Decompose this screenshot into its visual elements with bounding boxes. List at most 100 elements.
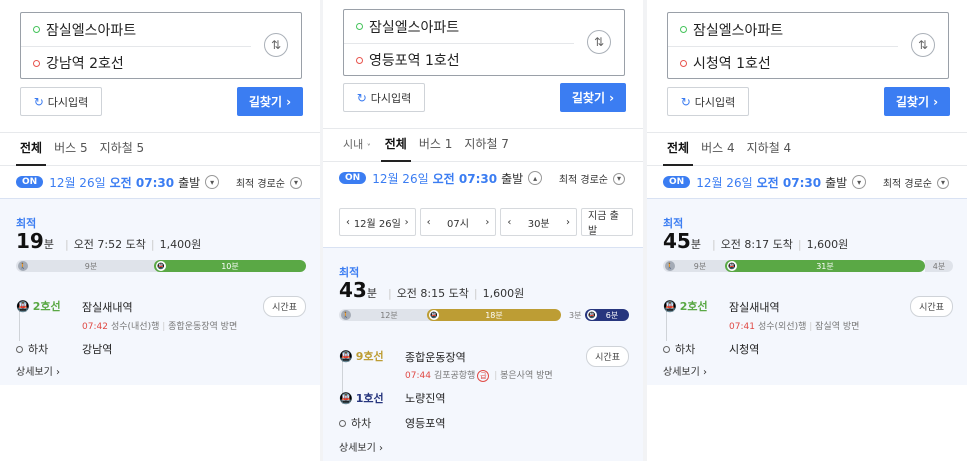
alight-label: 하차: [339, 415, 371, 431]
board-station: 종합운동장역: [405, 351, 466, 364]
depart-now-button[interactable]: 지금 출발: [581, 208, 634, 237]
route-summary: 43 분 | 오전 8:15 도착 | 1,600원: [339, 278, 525, 302]
chevron-left-icon[interactable]: ‹: [346, 217, 350, 228]
duration-unit: 분: [690, 238, 701, 251]
time-bar: 🚶 12분 🚇 18분 3분 🚇 6분: [339, 309, 629, 321]
destination-text: 강남역 2호선: [46, 56, 124, 72]
chevron-right-icon[interactable]: ›: [405, 217, 409, 228]
chevron-down-icon: ▾: [937, 176, 949, 189]
time-picker: ‹ 12월 26일 › ‹ 07시 › ‹ 30분 › 지금 출발: [339, 208, 634, 237]
destination-field[interactable]: 시청역 1호선: [668, 46, 898, 79]
sort-dropdown[interactable]: 최적 경로순 ▾: [883, 175, 949, 190]
walk-end-minutes: 4분: [932, 261, 946, 271]
line-badge: 🚇 2호선: [16, 298, 61, 314]
alight-station: 강남역: [82, 343, 113, 356]
search-route-button[interactable]: 길찾기 ›: [237, 87, 303, 116]
on-toggle[interactable]: ON: [663, 176, 691, 188]
mode-tabs: 시내 ˅ 전체 버스 1 지하철 7: [323, 128, 643, 162]
detail-link[interactable]: 상세보기 ›: [16, 363, 60, 378]
depart-date: 12월 26일: [49, 175, 106, 190]
alight-text: 하차: [675, 343, 696, 356]
line-label: 2호선: [679, 300, 708, 313]
detail-link[interactable]: 상세보기 ›: [339, 439, 383, 454]
region-label: 시내: [343, 138, 364, 151]
hour-stepper[interactable]: ‹ 07시 ›: [419, 208, 497, 236]
origin-field[interactable]: 잠실엘스아파트: [668, 13, 898, 46]
origin-field[interactable]: 잠실엘스아파트: [21, 13, 251, 46]
timetable-button[interactable]: 시간표: [263, 296, 306, 317]
timetable-button[interactable]: 시간표: [586, 346, 629, 367]
walk-minutes: 9분: [84, 261, 98, 271]
train-icon: 🚇: [339, 349, 353, 363]
line-badge-transfer: 🚇 1호선: [339, 390, 384, 406]
chevron-down-icon[interactable]: ▾: [852, 175, 867, 189]
reset-button[interactable]: ↻ 다시입력: [343, 83, 425, 112]
tab-subway[interactable]: 지하철 5: [100, 132, 145, 165]
alight-dot-icon: [663, 345, 670, 353]
destination-dot-icon: [33, 59, 40, 67]
tab-bus[interactable]: 버스 5: [54, 132, 88, 165]
sort-dropdown[interactable]: 최적 경로순 ▾: [236, 175, 302, 190]
reset-button[interactable]: ↻ 다시입력: [667, 87, 749, 116]
result-card[interactable]: 최적 43 분 | 오전 8:15 도착 | 1,600원 🚶 12분 🚇 18…: [323, 247, 643, 461]
route-panel-cityhall: 잠실엘스아파트 시청역 1호선 ⇅ ↻ 다시입력 길찾기 › 전체 버스 4 지…: [647, 0, 967, 461]
alight-label: 하차: [663, 341, 695, 357]
tab-bus[interactable]: 버스 4: [701, 132, 735, 165]
depart-suffix: 출발: [178, 175, 201, 190]
minute-stepper[interactable]: ‹ 30분 ›: [500, 208, 578, 236]
swap-icon[interactable]: ⇅: [587, 30, 611, 54]
result-card[interactable]: 최적 45 분 | 오전 8:17 도착 | 1,600원 🚶 9분 🚇 31분…: [647, 198, 967, 385]
destination-text: 영등포역 1호선: [369, 53, 460, 69]
tab-bus[interactable]: 버스 1: [419, 128, 453, 161]
on-toggle[interactable]: ON: [16, 176, 44, 188]
tab-all[interactable]: 전체: [380, 128, 411, 162]
date-value: 12월 26일: [353, 218, 401, 230]
chevron-down-icon[interactable]: ▾: [205, 175, 220, 189]
chevron-left-icon[interactable]: ‹: [507, 217, 511, 228]
arrival-time: 오전 8:15 도착: [396, 287, 469, 300]
tab-all[interactable]: 전체: [15, 132, 47, 166]
train-info: 07:42 성수(내선)행 | 종합운동장역 방면: [82, 322, 238, 332]
chevron-up-icon[interactable]: ▴: [528, 171, 543, 185]
transfer-walk-minutes: 3분: [569, 310, 582, 320]
tab-subway[interactable]: 지하철 4: [747, 132, 792, 165]
train-info: 07:44 김포공항행 급 | 봉은사역 방면: [405, 370, 553, 382]
destination-field[interactable]: 영등포역 1호선: [344, 43, 574, 76]
sort-dropdown[interactable]: 최적 경로순 ▾: [559, 171, 625, 186]
route-input-box: 잠실엘스아파트 영등포역 1호선 ⇅: [343, 9, 625, 76]
reset-button[interactable]: ↻ 다시입력: [20, 87, 102, 116]
chevron-right-icon[interactable]: ›: [566, 217, 570, 228]
train-info: 07:41 성수(외선)행 | 잠실역 방면: [729, 322, 860, 332]
train-icon: 🚇: [727, 261, 737, 271]
search-route-button[interactable]: 길찾기 ›: [560, 83, 626, 112]
line9-minutes: 18분: [485, 310, 503, 320]
depart-time: 오전 07:30: [109, 175, 175, 190]
tab-all[interactable]: 전체: [662, 132, 694, 166]
chevron-right-icon[interactable]: ›: [485, 217, 489, 228]
swap-icon[interactable]: ⇅: [264, 33, 288, 57]
route-summary: 19 분 | 오전 7:52 도착 | 1,400원: [16, 229, 202, 253]
swap-icon[interactable]: ⇅: [911, 33, 935, 57]
minute-value: 30분: [527, 218, 550, 230]
alight-text: 하차: [351, 417, 372, 430]
on-toggle[interactable]: ON: [339, 172, 367, 184]
search-route-button[interactable]: 길찾기 ›: [884, 87, 950, 116]
line-label: 9호선: [355, 350, 384, 363]
timetable-button[interactable]: 시간표: [910, 296, 953, 317]
route-summary: 45 분 | 오전 8:17 도착 | 1,600원: [663, 229, 849, 253]
chevron-down-icon: ˅: [366, 143, 371, 152]
region-dropdown[interactable]: 시내 ˅: [343, 128, 371, 161]
result-card[interactable]: 최적 19 분 | 오전 7:52 도착 | 1,400원 🚶 9분 🚇 10분…: [0, 198, 320, 385]
tab-subway[interactable]: 지하철 7: [464, 128, 509, 161]
origin-field[interactable]: 잠실엘스아파트: [344, 10, 574, 43]
hour-value: 07시: [447, 218, 469, 230]
line1-minutes: 6분: [605, 310, 619, 320]
route-connector: [19, 311, 20, 341]
detail-link[interactable]: 상세보기 ›: [663, 363, 707, 378]
chevron-left-icon[interactable]: ‹: [427, 217, 431, 228]
destination-text: 시청역 1호선: [693, 56, 771, 72]
destination-field[interactable]: 강남역 2호선: [21, 46, 251, 79]
date-stepper[interactable]: ‹ 12월 26일 ›: [339, 208, 416, 236]
fare: 1,400원: [159, 238, 202, 251]
train-time: 07:41: [729, 322, 755, 332]
